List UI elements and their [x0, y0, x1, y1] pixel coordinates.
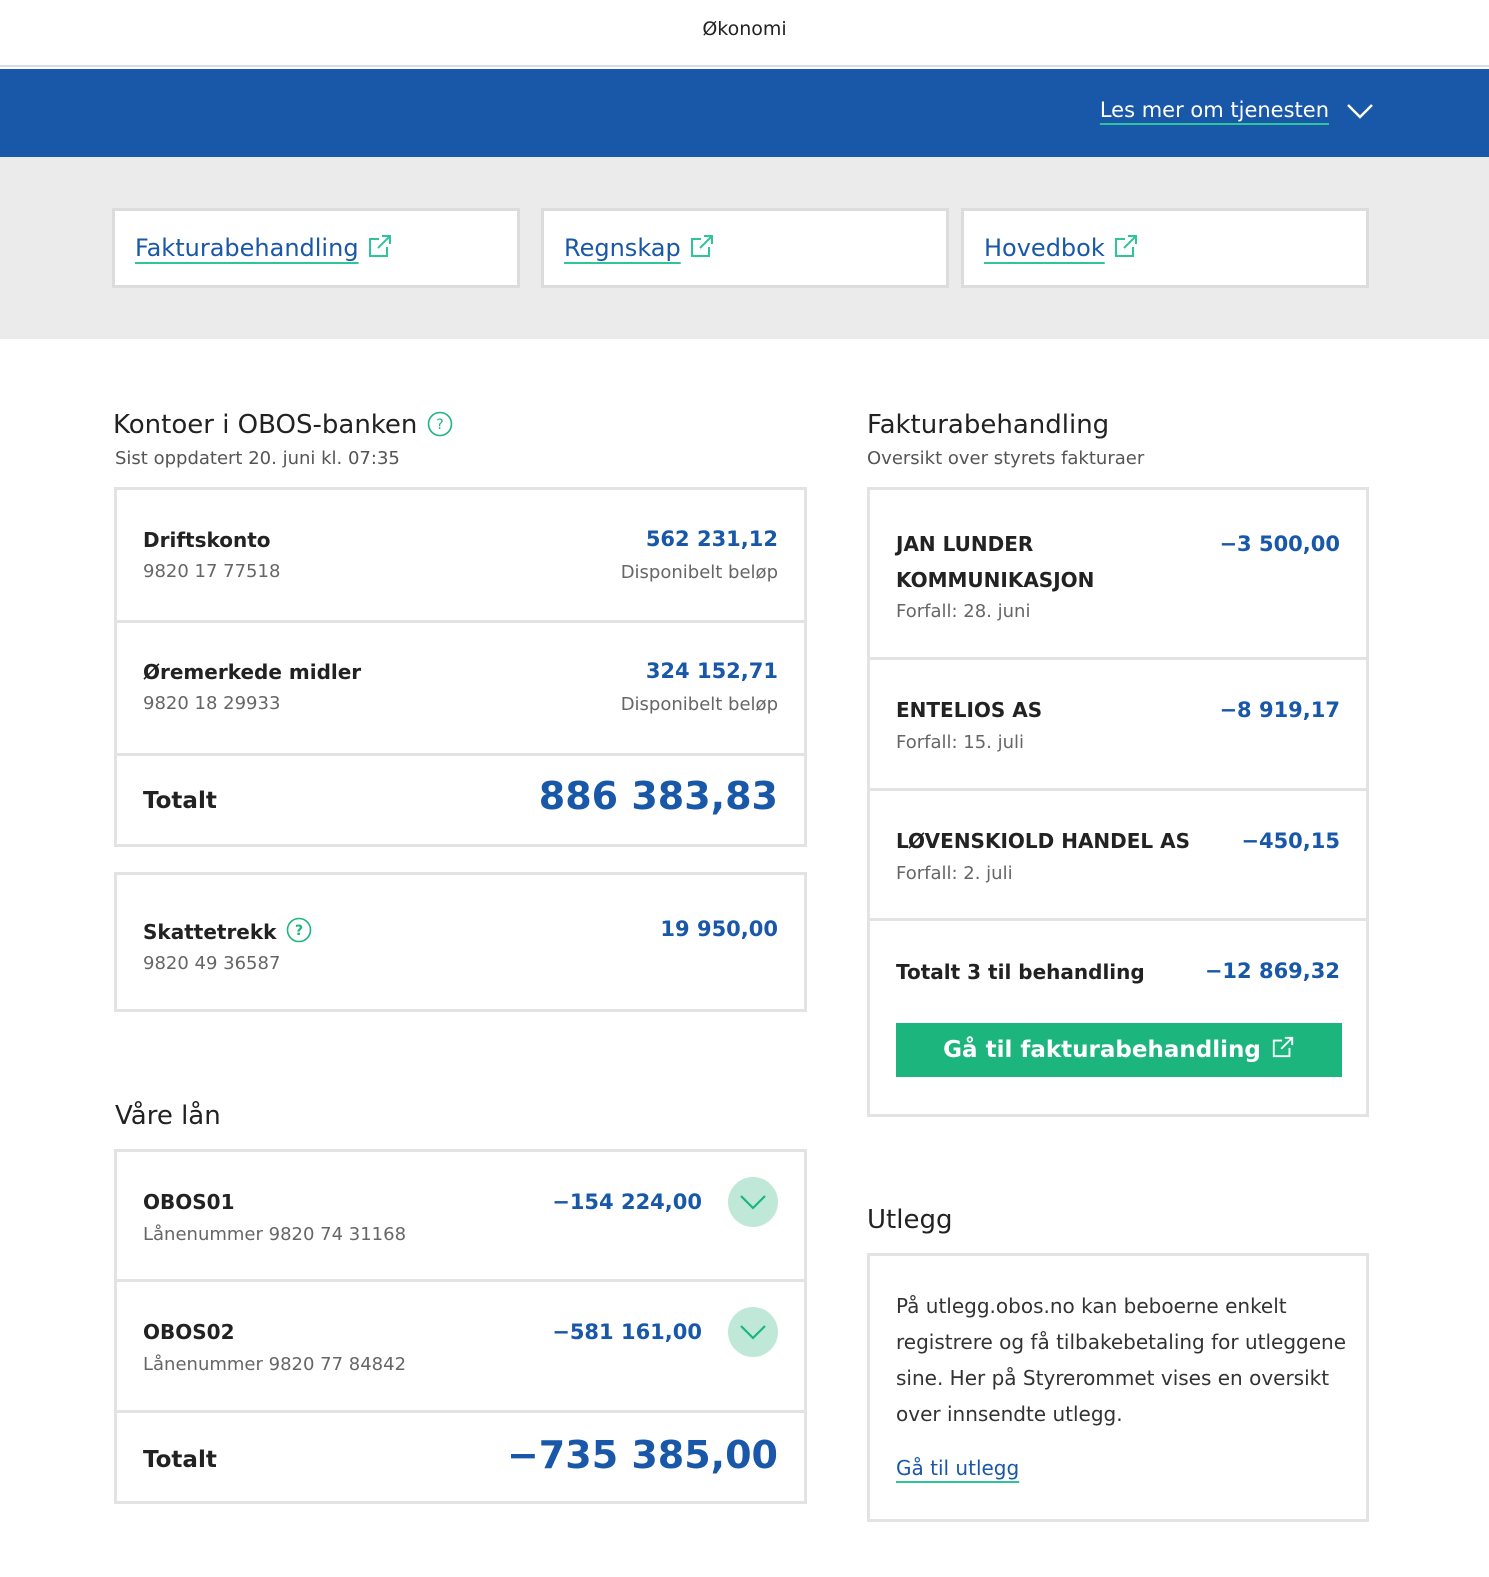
quick-link-fakturabehandling[interactable]: Fakturabehandling — [112, 208, 520, 288]
invoice-due: Forfall: 2. juli — [896, 863, 1013, 884]
invoice-row[interactable]: ENTELIOS AS Forfall: 15. juli −8 919,17 — [870, 660, 1366, 791]
invoices-heading: Fakturabehandling — [867, 410, 1110, 440]
quick-links-band: Fakturabehandling Regnskap Hovedbok — [0, 157, 1489, 339]
read-more-link[interactable]: Les mer om tjenesten — [1100, 98, 1329, 122]
accounts-total-amount: 886 383,83 — [538, 774, 778, 818]
tax-number: 9820 49 36587 — [143, 953, 281, 974]
account-name: Øremerkede midler — [143, 660, 362, 684]
loan-amount: −154 224,00 — [552, 1190, 702, 1214]
chevron-down-icon[interactable] — [1345, 97, 1375, 127]
invoices-total-amount: −12 869,32 — [1204, 959, 1340, 983]
loan-name: OBOS01 — [143, 1190, 235, 1214]
page-title: Økonomi — [702, 18, 787, 40]
quick-link-label: Regnskap — [564, 234, 681, 262]
chevron-down-icon — [740, 1325, 766, 1340]
expenses-heading: Utlegg — [867, 1205, 953, 1235]
invoices-total-row: Totalt 3 til behandling −12 869,32 Gå ti… — [870, 921, 1366, 1114]
invoice-name: LØVENSKIOLD HANDEL AS — [896, 829, 1191, 853]
chevron-down-icon — [740, 1195, 766, 1210]
loans-heading: Våre lån — [115, 1101, 221, 1131]
top-bar: Økonomi — [0, 0, 1489, 67]
invoices-total-label: Totalt 3 til behandling — [896, 960, 1145, 984]
accounts-total-label: Totalt — [143, 788, 217, 814]
expand-button[interactable] — [728, 1307, 778, 1357]
invoice-due: Forfall: 28. juni — [896, 601, 1031, 622]
tax-name-wrap: Skattetrekk? — [143, 917, 312, 944]
invoice-name: JAN LUNDER KOMMUNIKASJON — [896, 532, 1095, 592]
quick-link-hovedbok[interactable]: Hovedbok — [961, 208, 1369, 288]
external-link-icon — [690, 235, 713, 257]
loans-total-label: Totalt — [143, 1447, 217, 1473]
account-amount-label: Disponibelt beløp — [620, 694, 778, 715]
svg-text:?: ? — [295, 923, 303, 939]
invoices-card: JAN LUNDER KOMMUNIKASJON Forfall: 28. ju… — [867, 487, 1369, 1117]
go-to-expenses-link[interactable]: Gå til utlegg — [896, 1456, 1019, 1480]
external-link-icon — [368, 235, 391, 257]
invoice-row[interactable]: LØVENSKIOLD HANDEL AS Forfall: 2. juli −… — [870, 791, 1366, 921]
loans-total-amount: −735 385,00 — [506, 1433, 778, 1477]
invoices-subheading: Oversikt over styrets fakturaer — [867, 448, 1145, 469]
invoice-due: Forfall: 15. juli — [896, 732, 1025, 753]
expenses-card: På utlegg.obos.no kan beboerne enkelt re… — [867, 1253, 1369, 1522]
account-row[interactable]: Øremerkede midler 9820 18 29933 324 152,… — [117, 623, 804, 756]
loans-total-row: Totalt −735 385,00 — [117, 1413, 804, 1501]
quick-link-label: Hovedbok — [984, 234, 1105, 262]
help-icon[interactable]: ? — [286, 917, 312, 943]
account-number: 9820 18 29933 — [143, 693, 281, 714]
invoice-row[interactable]: JAN LUNDER KOMMUNIKASJON Forfall: 28. ju… — [870, 490, 1366, 660]
loan-number: Lånenummer 9820 74 31168 — [143, 1224, 407, 1245]
accounts-total-row: Totalt 886 383,83 — [117, 756, 804, 844]
external-link-icon — [1272, 1036, 1293, 1058]
account-name: Driftskonto — [143, 528, 271, 552]
expenses-text: På utlegg.obos.no kan beboerne enkelt re… — [896, 1294, 1347, 1426]
invoice-amount: −450,15 — [1241, 829, 1340, 853]
loan-row[interactable]: OBOS01 Lånenummer 9820 74 31168 −154 224… — [117, 1152, 804, 1282]
invoice-amount: −8 919,17 — [1219, 698, 1340, 722]
tax-amount: 19 950,00 — [660, 917, 778, 941]
account-number: 9820 17 77518 — [143, 561, 281, 582]
loan-row[interactable]: OBOS02 Lånenummer 9820 77 84842 −581 161… — [117, 1282, 804, 1413]
loan-amount: −581 161,00 — [552, 1320, 702, 1344]
account-amount: 562 231,12 — [645, 527, 778, 551]
accounts-updated: Sist oppdatert 20. juni kl. 07:35 — [115, 448, 400, 469]
account-amount: 324 152,71 — [645, 659, 778, 683]
invoice-amount: −3 500,00 — [1219, 532, 1340, 556]
account-amount-label: Disponibelt beløp — [620, 562, 778, 583]
go-to-invoices-button[interactable]: Gå til fakturabehandling — [896, 1023, 1342, 1077]
accounts-card: Driftskonto 9820 17 77518 562 231,12 Dis… — [114, 487, 807, 847]
invoice-name: ENTELIOS AS — [896, 698, 1043, 722]
accounts-heading-text: Kontoer i OBOS-banken — [113, 410, 418, 440]
account-row[interactable]: Driftskonto 9820 17 77518 562 231,12 Dis… — [117, 490, 804, 623]
accounts-heading: Kontoer i OBOS-banken? — [113, 410, 453, 440]
loan-number: Lånenummer 9820 77 84842 — [143, 1354, 407, 1375]
go-to-invoices-label: Gå til fakturabehandling — [943, 1037, 1261, 1063]
quick-link-label: Fakturabehandling — [135, 234, 359, 262]
expand-button[interactable] — [728, 1177, 778, 1227]
loan-name: OBOS02 — [143, 1320, 235, 1344]
external-link-icon — [1114, 235, 1137, 257]
quick-link-regnskap[interactable]: Regnskap — [541, 208, 949, 288]
service-header: Les mer om tjenesten — [0, 69, 1489, 157]
tax-card: Skattetrekk? 9820 49 36587 19 950,00 — [114, 872, 807, 1012]
svg-text:?: ? — [437, 417, 444, 433]
tax-name: Skattetrekk — [143, 920, 277, 944]
loans-card: OBOS01 Lånenummer 9820 74 31168 −154 224… — [114, 1149, 807, 1504]
help-icon[interactable]: ? — [427, 411, 453, 437]
